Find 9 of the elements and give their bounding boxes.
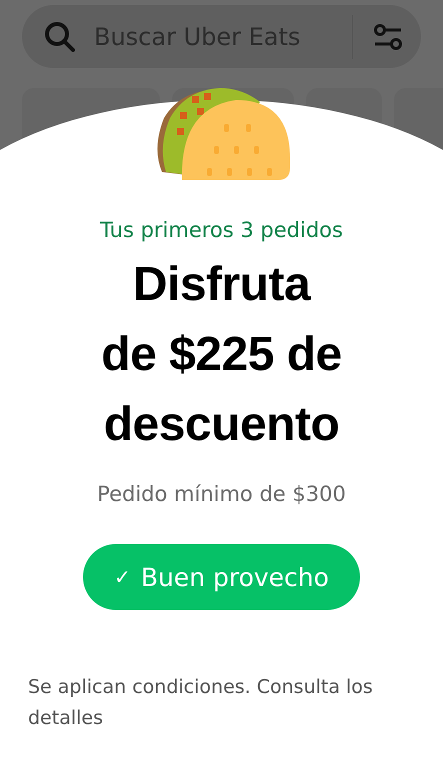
buen-provecho-button[interactable]: ✓ Buen provecho	[83, 544, 360, 610]
search-icon	[44, 20, 76, 52]
headline-line: Disfruta	[132, 257, 310, 313]
filter-icon[interactable]	[373, 22, 403, 50]
headline-line: de $225 de	[101, 327, 342, 383]
terms-text: Se aplican condiciones. Consulta los detalles	[28, 675, 374, 731]
headline-line: descuento	[104, 397, 340, 453]
promo-eyebrow: Tus primeros 3 pedidos	[100, 218, 343, 242]
minimum-order-text: Pedido mínimo de $300	[97, 482, 346, 506]
